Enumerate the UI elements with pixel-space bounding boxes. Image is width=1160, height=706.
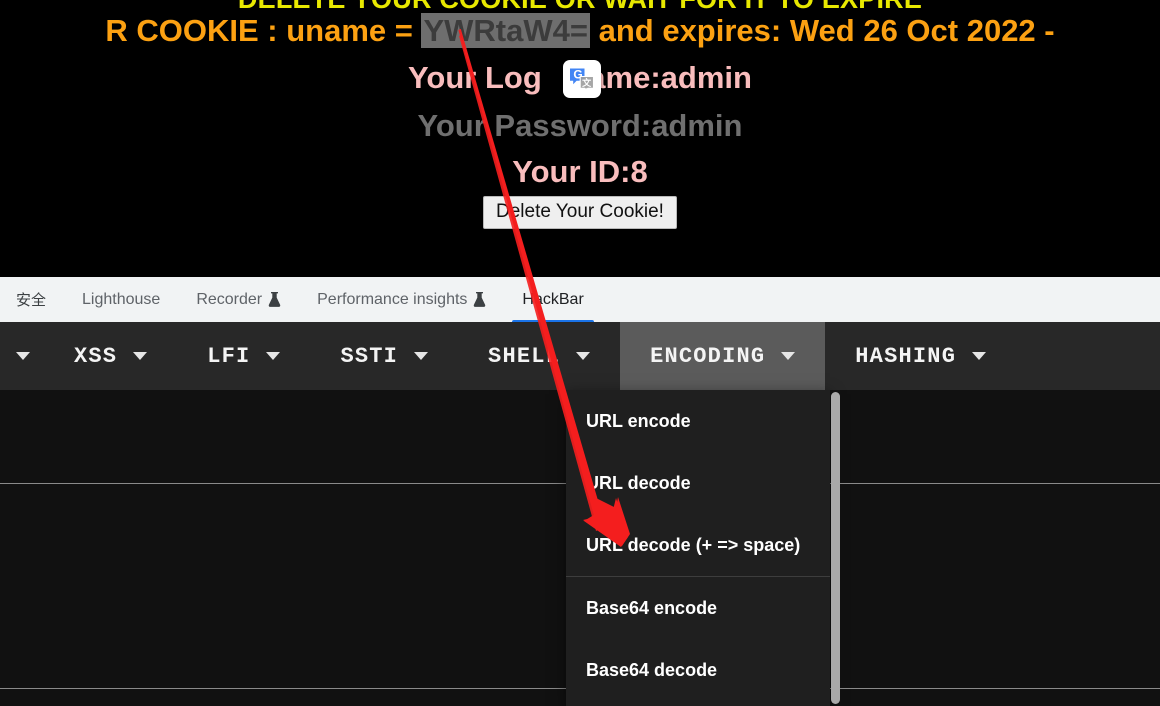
screenshot-root: DELETE YOUR COOKIE OR WAIT FOR IT TO EXP… (0, 0, 1160, 706)
tab-lighthouse[interactable]: Lighthouse (64, 276, 178, 323)
menu-item-base64-decode[interactable]: Base64 decode (566, 639, 830, 701)
flask-icon (268, 291, 281, 308)
chevron-down-icon (414, 352, 429, 360)
login-name-left: Your Log (408, 60, 542, 95)
cookie-value-selected[interactable]: YWRtaW4= (421, 13, 590, 48)
tab-security[interactable]: 安全 (0, 276, 64, 323)
tab-recorder[interactable]: Recorder (178, 276, 299, 323)
chevron-down-icon (16, 352, 30, 360)
tab-lighthouse-label: Lighthouse (82, 290, 161, 308)
hackbar-menu-xss-label: XSS (74, 343, 118, 369)
cookie-info-line: R COOKIE : uname = YWRtaW4= and expires:… (0, 13, 1160, 49)
chevron-down-icon (972, 352, 987, 360)
hackbar-menu-shell[interactable]: SHELL (458, 322, 620, 390)
chevron-down-icon (781, 352, 796, 360)
menu-item-url-encode[interactable]: URL encode (566, 390, 830, 452)
hackbar-menu-shell-label: SHELL (488, 343, 561, 369)
chevron-down-icon (133, 352, 148, 360)
delete-cookie-button[interactable]: Delete Your Cookie! (483, 196, 677, 229)
dropdown-scrollbar-thumb[interactable] (831, 392, 840, 704)
delete-cookie-button-row: Delete Your Cookie! (0, 196, 1160, 229)
hackbar-menu-lfi-label: LFI (207, 343, 251, 369)
hackbar-menu-ssti[interactable]: SSTI (310, 322, 458, 390)
hackbar-menu-lfi[interactable]: LFI (177, 322, 310, 390)
menu-item-base64-encode[interactable]: Base64 encode (566, 577, 830, 639)
cookie-line-prefix: R COOKIE : uname = (105, 13, 422, 48)
devtools-tab-strip: 安全 Lighthouse Recorder Performance insig… (0, 275, 1160, 323)
tab-security-label: 安全 (16, 292, 47, 309)
hackbar-menu-hashing[interactable]: HASHING (825, 322, 1016, 390)
hackbar-menu-hashing-label: HASHING (855, 343, 957, 369)
flask-icon (473, 291, 486, 308)
hackbar-menu-xss[interactable]: XSS (44, 322, 177, 390)
google-translate-icon[interactable]: G 文 (563, 60, 601, 98)
hackbar-menu-encoding-label: ENCODING (650, 343, 766, 369)
menu-item-url-decode[interactable]: URL decode (566, 452, 830, 514)
password-line: Your Password:admin (417, 108, 743, 143)
tab-hackbar-label: HackBar (522, 290, 584, 308)
hackbar-menu-encoding[interactable]: ENCODING (620, 322, 826, 390)
chevron-down-icon (266, 352, 281, 360)
menu-item-url-decode-plus-space[interactable]: URL decode (+ => space) (566, 514, 830, 576)
svg-text:文: 文 (581, 77, 592, 88)
tab-hackbar[interactable]: HackBar (504, 276, 601, 323)
encoding-dropdown-menu: URL encode URL decode URL decode (+ => s… (566, 390, 830, 706)
chevron-down-icon (576, 352, 591, 360)
tab-performance-insights-label: Performance insights (317, 290, 468, 308)
tab-recorder-label: Recorder (196, 290, 263, 308)
user-id-line: Your ID:8 (512, 154, 648, 189)
hackbar-menu-ssti-label: SSTI (340, 343, 399, 369)
web-page-content: DELETE YOUR COOKIE OR WAIT FOR IT TO EXP… (0, 0, 1160, 275)
hackbar-menubar: XSS LFI SSTI SHELL ENCODING HASHING (0, 322, 1160, 390)
dropdown-scrollbar[interactable] (830, 390, 841, 706)
cookie-line-suffix: and expires: Wed 26 Oct 2022 - (589, 13, 1055, 48)
hackbar-menu-clipped[interactable] (0, 322, 44, 390)
tab-performance-insights[interactable]: Performance insights (299, 276, 504, 323)
